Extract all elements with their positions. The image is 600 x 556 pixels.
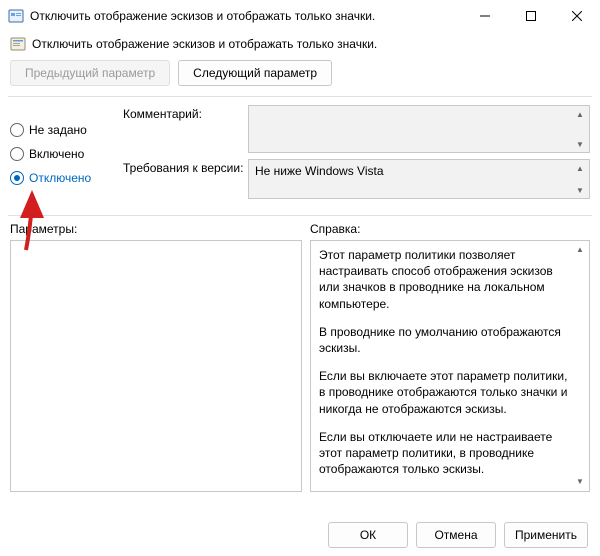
version-field: Не ниже Windows Vista ▲ ▼: [248, 159, 590, 199]
help-paragraph: Если вы включаете этот параметр политики…: [319, 368, 571, 417]
radio-disabled[interactable]: Отключено: [10, 171, 115, 185]
radio-label: Отключено: [29, 171, 91, 185]
scroll-down-icon[interactable]: ▼: [575, 139, 585, 149]
footer: ОК Отмена Применить: [0, 514, 600, 556]
help-paragraph: Если вы отключаете или не настраиваете э…: [319, 429, 571, 478]
policy-heading: Отключить отображение эскизов и отобража…: [10, 32, 590, 60]
state-radios: Не задано Включено Отключено: [10, 105, 115, 205]
titlebar: Отключить отображение эскизов и отобража…: [0, 0, 600, 32]
apply-button[interactable]: Применить: [504, 522, 588, 548]
help-paragraph: В проводнике по умолчанию отображаются э…: [319, 324, 571, 356]
version-value: Не ниже Windows Vista: [255, 164, 384, 178]
radio-enabled[interactable]: Включено: [10, 147, 115, 161]
radio-icon: [10, 123, 24, 137]
scroll-down-icon[interactable]: ▼: [575, 185, 585, 195]
previous-setting-button[interactable]: Предыдущий параметр: [10, 60, 170, 86]
maximize-button[interactable]: [508, 0, 554, 32]
lower-boxes: Этот параметр политики позволяет настраи…: [10, 240, 590, 492]
scroll-up-icon[interactable]: ▲: [575, 245, 585, 255]
options-label: Параметры:: [10, 222, 310, 236]
radio-label: Включено: [29, 147, 84, 161]
next-setting-button[interactable]: Следующий параметр: [178, 60, 332, 86]
radio-label: Не задано: [29, 123, 87, 137]
toolbar: Предыдущий параметр Следующий параметр: [10, 60, 590, 96]
divider: [8, 96, 592, 97]
radio-icon: [10, 147, 24, 161]
policy-heading-text: Отключить отображение эскизов и отобража…: [32, 37, 377, 51]
options-box: [10, 240, 302, 492]
scroll-up-icon[interactable]: ▲: [575, 109, 585, 119]
window-controls: [462, 0, 600, 32]
lower-labels: Параметры: Справка:: [10, 222, 590, 236]
help-label: Справка:: [310, 222, 590, 236]
radio-icon: [10, 171, 24, 185]
settings-area: Не задано Включено Отключено Комментарий…: [10, 105, 590, 211]
divider: [8, 215, 592, 216]
scroll-up-icon[interactable]: ▲: [575, 163, 585, 173]
version-label: Требования к версии:: [123, 159, 248, 175]
cancel-button[interactable]: Отмена: [416, 522, 496, 548]
help-paragraph: Этот параметр политики позволяет настраи…: [319, 247, 571, 312]
radio-not-configured[interactable]: Не задано: [10, 123, 115, 137]
help-box: Этот параметр политики позволяет настраи…: [310, 240, 590, 492]
scroll-down-icon[interactable]: ▼: [575, 477, 585, 487]
comment-label: Комментарий:: [123, 105, 248, 121]
app-icon: [8, 8, 24, 24]
close-button[interactable]: [554, 0, 600, 32]
minimize-button[interactable]: [462, 0, 508, 32]
fields: Комментарий: ▲ ▼ Требования к версии: Не…: [123, 105, 590, 205]
window-title: Отключить отображение эскизов и отобража…: [30, 9, 462, 23]
comment-field[interactable]: ▲ ▼: [248, 105, 590, 153]
ok-button[interactable]: ОК: [328, 522, 408, 548]
policy-icon: [10, 36, 26, 52]
